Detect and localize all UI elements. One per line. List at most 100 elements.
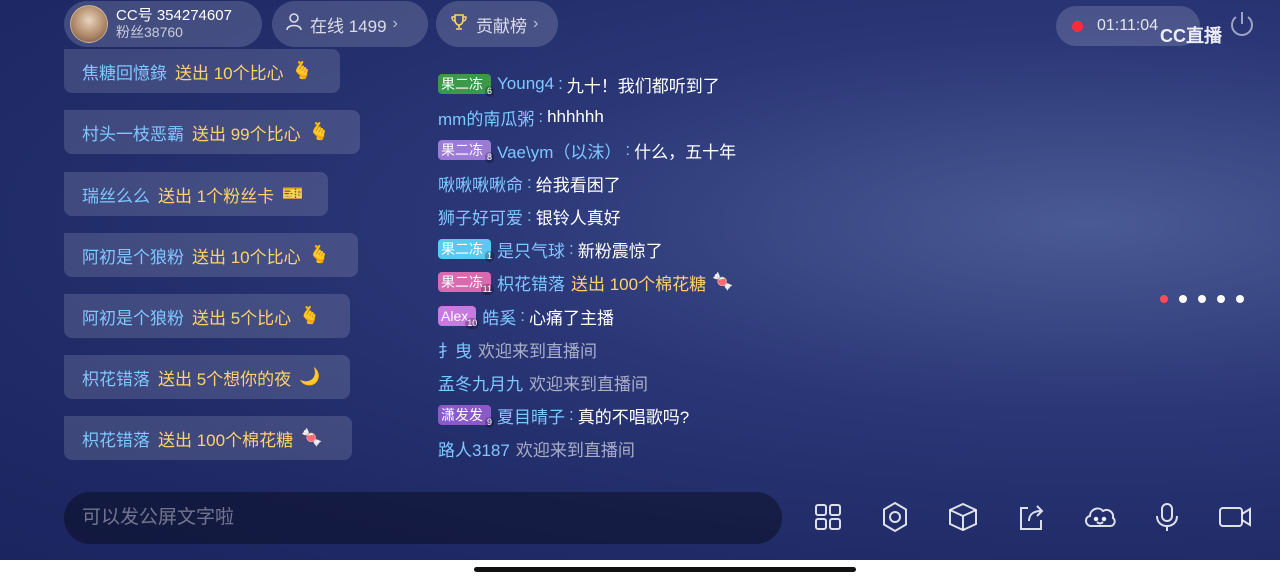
timer-text: 01:11:04 [1097,17,1159,34]
gift-text: 送出 100个棉花糖 [158,430,294,450]
fan-badge-level: 8 [484,152,494,163]
streamer-info[interactable]: CC号 354274607 粉丝38760 [64,1,262,47]
chat-message: Alex 10 皓奚: 心痛了主播 [438,304,614,329]
fan-badge-level: 1 [484,251,494,262]
chat-message: 果二冻 11 枳花错落 送出 100个棉花糖 🍬 [438,270,733,295]
gift-text: 送出 10个比心 [192,247,301,267]
fan-card-gift-icon: 🎫 [282,184,304,203]
fan-badge: Alex 10 [438,306,480,329]
online-count-button[interactable]: 在线 1499 › [272,1,428,47]
chat-message: 果二冻 1 是只气球: 新粉震惊了 [438,237,663,262]
cc-logo: CC直播 [1160,26,1222,46]
gift-item: 阿初是个狼粉 送出 10个比心 🫰 [64,233,358,277]
chat-gift-text: 送出 100个棉花糖 [571,274,707,294]
chat-username[interactable]: 皓奚 [482,304,516,329]
contribution-rank-button[interactable]: 贡献榜 › [436,1,558,47]
chevron-right-icon: › [392,15,398,32]
fan-badge: 潇发发 9 [438,405,494,428]
chat-text: 心痛了主播 [528,308,614,328]
gift-item: 村头一枝恶霸 送出 99个比心 🫰 [64,110,360,154]
chat-message: mm的南瓜粥: hhhhhh [438,105,604,129]
gift-text: 送出 5个比心 [192,308,292,328]
fan-badge-name: 果二冻 [441,274,483,290]
page-dot[interactable] [1236,295,1244,303]
chat-message: 狮子好可爱: 银铃人真好 [438,204,621,228]
chat-text: hhhhhh [547,107,604,126]
fan-badge-name: Alex [441,308,469,324]
avatar[interactable] [70,5,108,43]
fan-badge-name: 果二冻 [441,76,483,92]
heart-hand-gift-icon: 🫰 [299,306,321,325]
fan-badge-level: 9 [484,417,494,428]
streamer-fans: 粉丝38760 [116,24,183,40]
chat-text: 银铃人真好 [535,208,621,228]
home-indicator[interactable] [474,567,856,572]
page-dot[interactable] [1217,295,1225,303]
chat-username[interactable]: 路人3187 [438,436,510,461]
fan-badge-level: 6 [484,86,494,97]
streamer-id: CC号 354274607 [116,7,232,24]
heart-hand-gift-icon: 🫰 [308,245,330,264]
chat-message: 果二冻 6 Young4: 九十！我们都听到了 [438,72,720,97]
chat-text: 真的不唱歌吗? [577,407,690,427]
chat-message: 潇发发 9 夏目晴子: 真的不唱歌吗? [438,403,690,428]
fan-badge: 果二冻 8 [438,140,494,163]
fan-badge-name: 果二冻 [441,241,483,257]
microphone-icon[interactable] [1150,500,1184,534]
chat-message: 果二冻 8 Vae\ym（以沫）: 什么，五十年 [438,138,737,163]
chat-system-text: 欢迎来到直播间 [515,440,635,460]
fan-badge: 果二冻 6 [438,74,494,97]
apps-icon[interactable] [811,500,845,534]
gift-user[interactable]: 焦糖回憶錄 [82,59,167,84]
camera-icon[interactable] [1217,500,1251,534]
night-gift-icon: 🌙 [299,367,321,386]
fan-badge: 果二冻 11 [438,272,494,295]
page-dot[interactable] [1198,295,1206,303]
chat-text: 新粉震惊了 [577,241,663,261]
gift-item: 阿初是个狼粉 送出 5个比心 🫰 [64,294,350,338]
gift-user[interactable]: 村头一枝恶霸 [82,120,184,145]
fan-badge-name: 果二冻 [441,142,483,158]
gift-item: 瑞丝么么 送出 1个粉丝卡 🎫 [64,172,328,216]
settings-icon[interactable] [878,500,912,534]
chat-username[interactable]: mm的南瓜粥 [438,105,534,130]
emoji-cloud-icon[interactable] [1082,500,1116,534]
fan-badge: 果二冻 1 [438,239,494,262]
contribution-rank-label: 贡献榜 [476,16,527,36]
record-dot-icon [1072,20,1083,32]
chat-username[interactable]: 狮子好可爱 [438,204,523,229]
power-icon[interactable] [1226,8,1258,40]
share-icon[interactable] [1014,500,1048,534]
chat-username[interactable]: Vae\ym（以沫） [497,138,621,163]
gift-text: 送出 10个比心 [175,63,284,83]
fan-badge-level: 11 [480,284,494,295]
page-dot[interactable] [1160,295,1168,303]
gift-user[interactable]: 枳花错落 [82,426,150,451]
chat-username[interactable]: 孟冬九月九 [438,370,523,395]
page-dot[interactable] [1179,295,1187,303]
chat-username[interactable]: 扌曳 [438,337,472,362]
chat-message: 扌曳 欢迎来到直播间 [438,337,597,361]
gift-user[interactable]: 瑞丝么么 [82,182,150,207]
chat-input[interactable] [64,492,782,544]
chat-username[interactable]: 是只气球 [497,237,565,262]
user-icon [286,12,302,36]
gift-user[interactable]: 阿初是个狼粉 [82,304,184,329]
heart-hand-gift-icon: 🫰 [308,122,330,141]
gift-text: 送出 5个想你的夜 [158,369,292,389]
chat-text: 九十！我们都听到了 [566,76,720,96]
chat-text: 给我看困了 [535,175,621,195]
gift-item: 焦糖回憶錄 送出 10个比心 🫰 [64,49,340,93]
chat-message: 路人3187 欢迎来到直播间 [438,436,635,460]
heart-hand-gift-icon: 🫰 [291,61,313,80]
chat-username[interactable]: 枳花错落 [497,270,565,295]
live-stream-screen: CC号 354274607 粉丝38760 在线 1499 › 贡献榜 › 01… [0,0,1280,560]
gift-user[interactable]: 枳花错落 [82,365,150,390]
gift-box-icon[interactable] [946,500,980,534]
chat-text: 什么，五十年 [634,142,737,162]
chat-username[interactable]: 夏目晴子 [497,403,565,428]
chevron-right-icon: › [533,15,539,32]
chat-username[interactable]: 啾啾啾啾命 [438,171,523,196]
gift-user[interactable]: 阿初是个狼粉 [82,243,184,268]
chat-username[interactable]: Young4 [497,74,554,94]
